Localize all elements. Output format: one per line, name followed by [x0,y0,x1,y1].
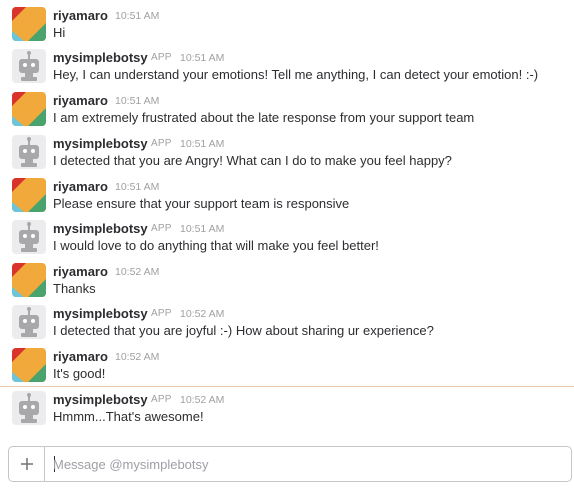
robot-avatar-icon[interactable] [12,49,46,83]
message-timestamp[interactable]: 10:51 AM [180,223,224,235]
message-list[interactable]: riyamaro 10:51 AM Hi mysimplebotsy APP 1… [0,0,574,440]
message-author[interactable]: mysimplebotsy [53,221,148,236]
message-timestamp[interactable]: 10:52 AM [115,266,159,278]
message-author[interactable]: riyamaro [53,179,108,194]
message-text: I detected that you are joyful :-) How a… [53,323,434,338]
message-item: riyamaro 10:51 AM Hi [0,0,574,42]
message-item: riyamaro 10:52 AM Thanks [0,256,574,298]
message-author[interactable]: riyamaro [53,264,108,279]
message-timestamp[interactable]: 10:51 AM [115,10,159,22]
message-author[interactable]: riyamaro [53,93,108,108]
app-badge: APP [151,52,172,63]
message-text: Hmmm...That's awesome! [53,409,204,424]
message-input[interactable] [47,447,567,481]
app-badge: APP [151,308,172,319]
plus-icon[interactable] [9,447,45,481]
app-badge: APP [151,138,172,149]
message-author[interactable]: mysimplebotsy [53,306,148,321]
message-item: riyamaro 10:51 AM Please ensure that you… [0,171,574,213]
message-text: I detected that you are Angry! What can … [53,153,452,168]
message-item: riyamaro 10:52 AM It's good! [0,341,574,383]
message-author[interactable]: mysimplebotsy [53,136,148,151]
message-item: mysimplebotsy APP 10:51 AM I detected th… [0,128,574,170]
message-text: It's good! [53,366,106,381]
message-item: mysimplebotsy APP 10:51 AM Hey, I can un… [0,42,574,84]
message-author[interactable]: riyamaro [53,8,108,23]
message-author[interactable]: mysimplebotsy [53,50,148,65]
message-author[interactable]: riyamaro [53,349,108,364]
message-timestamp[interactable]: 10:51 AM [180,52,224,64]
message-timestamp[interactable]: 10:51 AM [115,181,159,193]
message-item: mysimplebotsy APP 10:51 AM I would love … [0,213,574,255]
message-item: mysimplebotsy APP 10:52 AM Hmmm...That's… [0,384,574,426]
message-timestamp[interactable]: 10:52 AM [115,351,159,363]
message-text: Thanks [53,281,96,296]
message-timestamp[interactable]: 10:51 AM [115,95,159,107]
riyamaro-avatar-icon[interactable] [12,7,46,41]
message-text: Hey, I can understand your emotions! Tel… [53,67,539,82]
riyamaro-avatar-icon[interactable] [12,92,46,126]
message-item: riyamaro 10:51 AM I am extremely frustra… [0,85,574,127]
message-timestamp[interactable]: 10:51 AM [180,138,224,150]
message-timestamp[interactable]: 10:52 AM [180,394,224,406]
message-timestamp[interactable]: 10:52 AM [180,308,224,320]
message-item: mysimplebotsy APP 10:52 AM I detected th… [0,298,574,340]
message-text: I am extremely frustrated about the late… [53,110,475,125]
message-text: I would love to do anything that will ma… [53,238,379,253]
riyamaro-avatar-icon[interactable] [12,348,46,382]
message-text: Hi [53,25,66,40]
message-author[interactable]: mysimplebotsy [53,392,148,407]
app-badge: APP [151,394,172,405]
robot-avatar-icon[interactable] [12,220,46,254]
riyamaro-avatar-icon[interactable] [12,178,46,212]
message-composer [8,446,572,482]
app-badge: APP [151,223,172,234]
robot-avatar-icon[interactable] [12,135,46,169]
robot-avatar-icon[interactable] [12,391,46,425]
riyamaro-avatar-icon[interactable] [12,263,46,297]
message-text: Please ensure that your support team is … [53,196,350,211]
robot-avatar-icon[interactable] [12,305,46,339]
